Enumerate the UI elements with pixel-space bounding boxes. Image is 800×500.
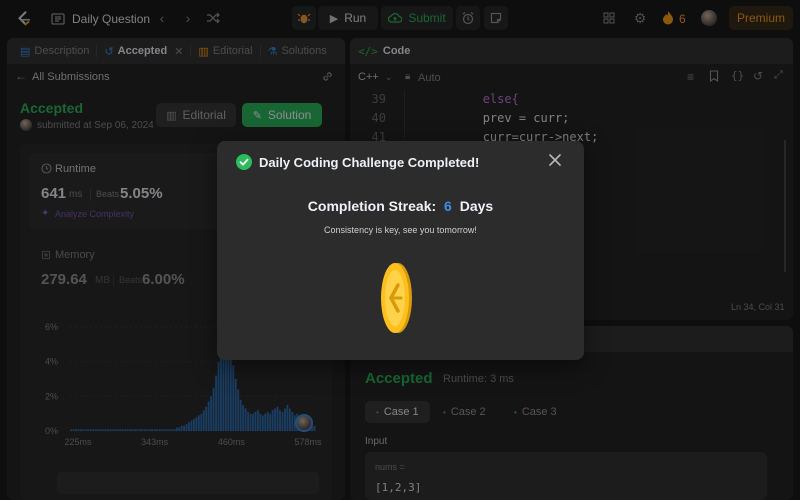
- streak-value: 6: [444, 198, 452, 214]
- gold-coin-icon: [379, 261, 413, 335]
- streak-unit: Days: [459, 198, 494, 214]
- modal-title: Daily Coding Challenge Completed!: [259, 155, 480, 170]
- check-circle-icon: [236, 154, 252, 170]
- streak-line: Completion Streak: 6 Days: [217, 198, 584, 214]
- streak-message: Consistency is key, see you tomorrow!: [324, 225, 477, 235]
- streak-label: Completion Streak:: [307, 198, 437, 214]
- daily-challenge-modal: Daily Coding Challenge Completed! Comple…: [217, 141, 584, 360]
- modal-close-icon[interactable]: [548, 153, 562, 167]
